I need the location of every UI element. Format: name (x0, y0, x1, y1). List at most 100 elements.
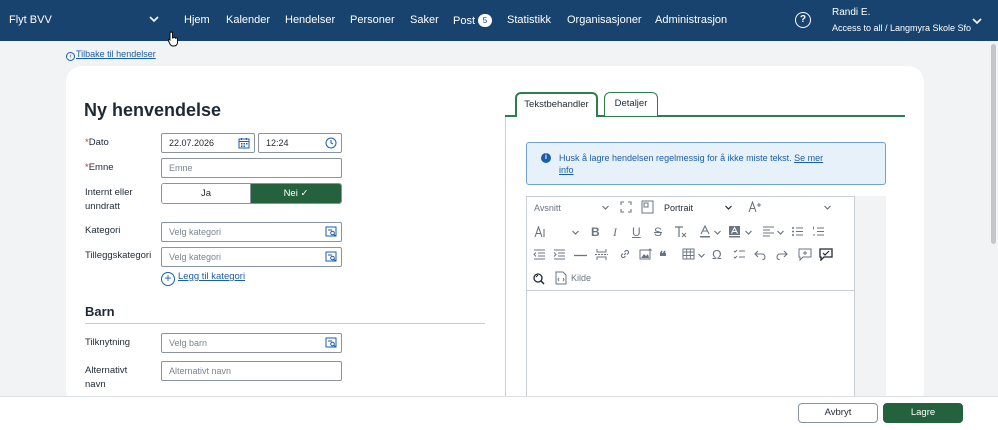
tilleggskategori-select[interactable]: Velg kategori (161, 247, 342, 267)
kategori-placeholder: Velg kategori (169, 227, 222, 237)
source-code-icon[interactable] (554, 271, 568, 285)
plus-circle-icon: + (161, 272, 175, 286)
search-list-icon[interactable] (325, 251, 337, 263)
tilknytning-placeholder: Velg barn (169, 338, 208, 348)
underline-icon[interactable]: U (632, 225, 641, 239)
date-input[interactable]: 22.07.2026 (161, 133, 255, 153)
section-divider (85, 323, 485, 324)
editor-side-area (855, 196, 886, 406)
back-to-events-link[interactable]: ‹ Tilbake til hendelser (66, 49, 156, 61)
arrow-left-circle-icon: ‹ (66, 52, 75, 61)
page-title: Ny henvendelse (84, 100, 222, 120)
todo-list-icon[interactable] (733, 249, 746, 260)
chevron-down-icon[interactable] (571, 228, 580, 237)
kategori-label: Kategori (85, 225, 121, 236)
source-label[interactable]: Kilde (571, 273, 591, 283)
chevron-down-icon[interactable] (724, 203, 733, 212)
editor-pane-border (505, 117, 506, 407)
font-color-icon[interactable] (699, 225, 711, 238)
blockquote-icon[interactable]: ❝ (659, 248, 667, 265)
horizontal-line-icon[interactable] (574, 254, 587, 257)
chevron-down-icon[interactable] (713, 228, 722, 237)
link-icon[interactable] (619, 248, 631, 260)
nav-item-post-label: Post (453, 15, 476, 27)
time-input[interactable]: 12:24 (258, 133, 342, 153)
special-characters-icon[interactable]: Ω (712, 247, 722, 262)
font-size-large-icon[interactable] (748, 201, 762, 213)
emne-label-text: Emne (88, 162, 114, 173)
numbered-list-icon[interactable] (812, 226, 825, 237)
nav-item-saker[interactable]: Saker (410, 14, 439, 26)
section-title-barn: Barn (85, 304, 115, 319)
fullscreen-icon[interactable] (620, 201, 632, 213)
toolbar-separator (527, 290, 854, 291)
save-button[interactable]: Lagre (883, 403, 963, 423)
clear-formatting-icon[interactable] (674, 225, 688, 238)
emne-input[interactable]: Emne (161, 158, 342, 178)
page-break-icon[interactable] (595, 248, 608, 261)
info-alert: i Husk å lagre hendelsen regelmessig for… (526, 142, 886, 185)
bulleted-list-icon[interactable] (791, 226, 804, 237)
italic-icon[interactable]: I (613, 225, 617, 240)
align-icon[interactable] (762, 226, 775, 237)
bold-icon[interactable]: B (591, 225, 600, 239)
tilknytning-label: Tilknytning (85, 337, 131, 348)
tilleggskategori-label: Tilleggskategori (85, 250, 152, 261)
chevron-down-icon[interactable] (148, 11, 160, 32)
calendar-icon[interactable] (238, 137, 250, 149)
internt-option-ja[interactable]: Ja (162, 184, 251, 203)
redo-icon[interactable] (775, 249, 788, 260)
nav-item-post[interactable]: Post 5 (453, 14, 493, 27)
kategori-select[interactable]: Velg kategori (161, 222, 342, 242)
tilknytning-select[interactable]: Velg barn (161, 333, 342, 353)
internt-label: Internt eller unndratt (85, 187, 133, 212)
alternativt-navn-input[interactable]: Alternativt navn (161, 361, 342, 381)
strikethrough-icon[interactable]: S (654, 225, 662, 239)
search-list-icon[interactable] (325, 226, 337, 238)
nav-item-hjem[interactable]: Hjem (184, 14, 210, 26)
chevron-down-icon[interactable] (776, 228, 785, 237)
nav-item-hendelser[interactable]: Hendelser (285, 14, 335, 26)
font-size-icon[interactable] (534, 226, 550, 238)
user-name[interactable]: Randi E. (832, 7, 870, 18)
chevron-down-icon[interactable] (744, 228, 753, 237)
dato-label-text: Dato (88, 137, 109, 148)
info-icon: i (541, 153, 551, 163)
chevron-down-icon[interactable] (601, 203, 610, 212)
app-brand[interactable]: Flyt BVV (9, 14, 52, 26)
add-category-label: Legg til kategori (178, 271, 246, 282)
cancel-button[interactable]: Avbryt (798, 403, 878, 423)
tab-tekstbehandler[interactable]: Tekstbehandler (515, 92, 598, 117)
comments-icon[interactable] (819, 248, 833, 261)
page-orientation-select[interactable]: Portrait (664, 203, 693, 213)
add-category-link[interactable]: + Legg til kategori (161, 271, 245, 286)
undo-icon[interactable] (754, 249, 767, 260)
clock-icon[interactable] (325, 137, 337, 149)
chevron-down-icon[interactable] (697, 251, 706, 260)
emne-label: *Emne (85, 161, 114, 175)
date-value: 22.07.2026 (169, 138, 215, 148)
mouse-cursor-icon (167, 31, 179, 47)
nav-item-statistikk[interactable]: Statistikk (507, 14, 551, 26)
user-menu-chevron-icon[interactable] (971, 14, 983, 32)
internt-option-nei[interactable]: Nei ✓ (251, 184, 341, 203)
help-icon[interactable]: ? (795, 12, 811, 28)
find-replace-icon[interactable] (532, 272, 545, 285)
add-comment-icon[interactable] (798, 248, 812, 261)
nav-item-kalender[interactable]: Kalender (226, 14, 270, 26)
background-color-icon[interactable] (728, 225, 741, 238)
indent-icon[interactable] (553, 249, 566, 260)
tab-detaljer[interactable]: Detaljer (604, 92, 658, 116)
nav-item-administrasjon[interactable]: Administrasjon (655, 14, 727, 26)
paragraph-format-select[interactable]: Avsnitt (534, 203, 561, 213)
user-access-scope[interactable]: Access to all / Langmyra Skole Sfo (832, 23, 971, 33)
nav-item-personer[interactable]: Personer (350, 14, 395, 26)
nav-item-organisasjoner[interactable]: Organisasjoner (567, 14, 642, 26)
insert-image-icon[interactable] (639, 248, 653, 261)
outdent-icon[interactable] (533, 249, 546, 260)
scrollbar-thumb[interactable] (991, 44, 996, 244)
chevron-down-icon[interactable] (823, 203, 832, 212)
search-list-icon[interactable] (325, 337, 337, 349)
page-icon[interactable] (641, 200, 654, 214)
table-icon[interactable] (682, 248, 695, 260)
